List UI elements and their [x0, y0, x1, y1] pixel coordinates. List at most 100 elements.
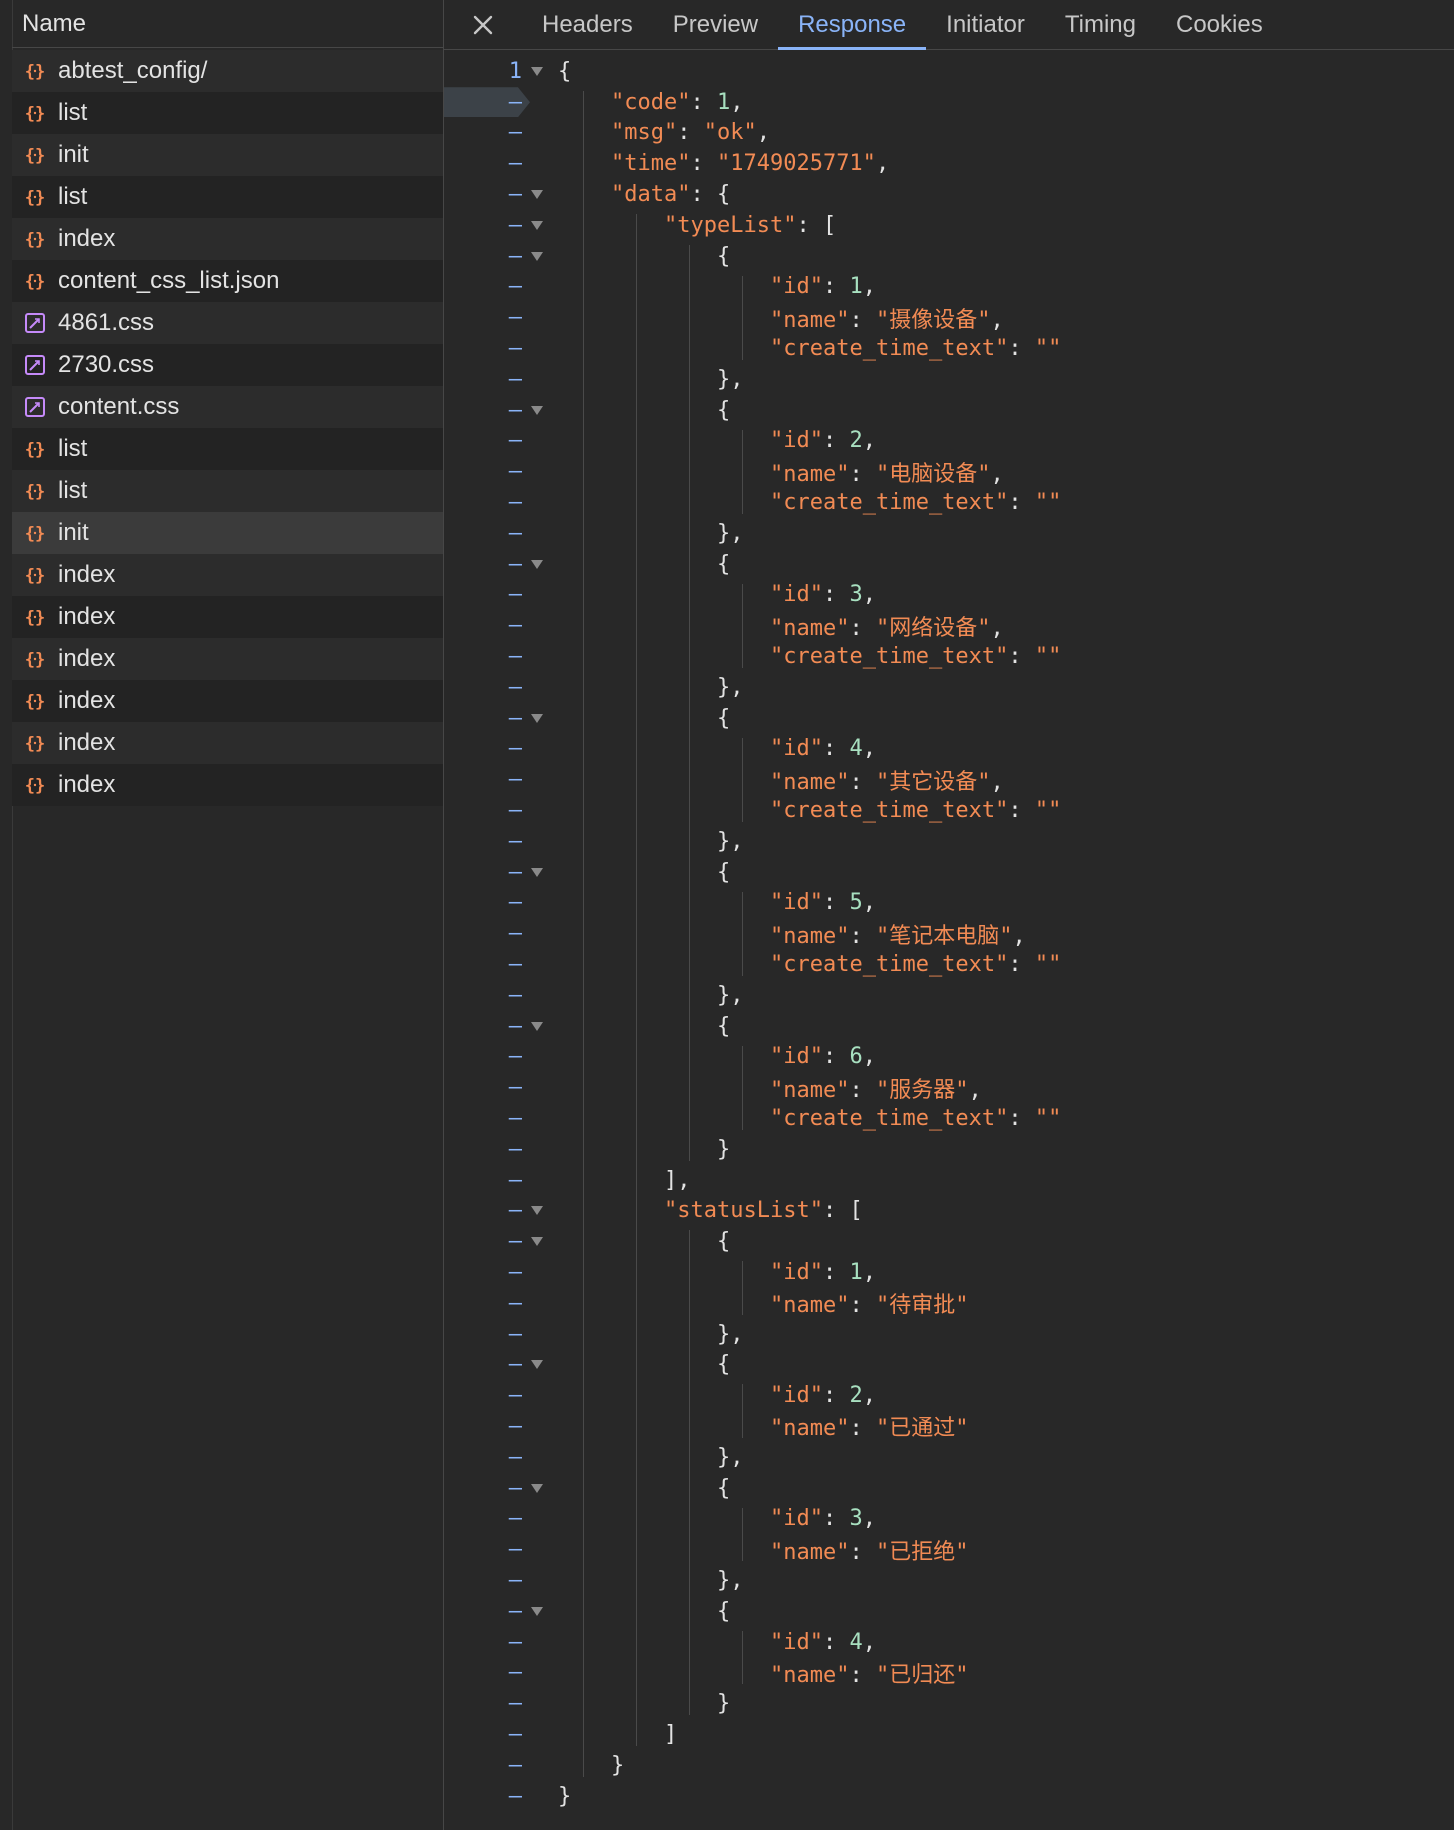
json-punct: }: [717, 1691, 731, 1717]
json-punct: },: [717, 982, 744, 1008]
line-number: –: [508, 1259, 522, 1285]
code-line: – "id": 1,: [444, 272, 1454, 303]
tab-headers[interactable]: Headers: [522, 0, 653, 49]
json-punct: : [: [822, 1198, 863, 1224]
json-punct: :: [849, 1416, 876, 1442]
json-punct: ,: [862, 582, 876, 608]
request-name: content.css: [58, 393, 180, 420]
request-row[interactable]: {} index: [12, 218, 443, 260]
request-list: {} abtest_config/ {} list {} init {} list {} inde…: [12, 50, 443, 806]
json-number: 4: [849, 1629, 863, 1655]
line-number: –: [508, 1413, 522, 1439]
json-punct: {: [717, 859, 731, 885]
line-number: –: [508, 120, 522, 146]
request-row[interactable]: {} content_css_list.json: [12, 260, 443, 302]
request-row[interactable]: {} abtest_config/: [12, 50, 443, 92]
fold-toggle[interactable]: [522, 220, 552, 230]
json-punct: ,: [756, 120, 770, 146]
request-row[interactable]: {} index: [12, 554, 443, 596]
json-key: "id": [770, 1044, 823, 1070]
code-line: –},: [444, 672, 1454, 703]
fold-toggle[interactable]: [522, 1360, 552, 1370]
close-button[interactable]: [444, 0, 522, 49]
fold-toggle[interactable]: [522, 1483, 552, 1493]
code-line: – "typeList": [: [444, 210, 1454, 241]
fold-toggle[interactable]: [522, 1206, 552, 1216]
json-punct: :: [822, 736, 850, 762]
line-number: –: [508, 828, 522, 854]
code-line: – "name": "已拒绝": [444, 1534, 1454, 1565]
fold-toggle[interactable]: [522, 1021, 552, 1031]
json-punct: :: [822, 1383, 850, 1409]
fold-toggle[interactable]: [522, 867, 552, 877]
fold-toggle[interactable]: [522, 66, 552, 76]
json-key: "id": [770, 1629, 823, 1655]
json-string: "已拒绝": [875, 1539, 969, 1565]
request-row[interactable]: {} index: [12, 722, 443, 764]
request-row[interactable]: {} index: [12, 680, 443, 722]
tab-response[interactable]: Response: [778, 0, 927, 50]
json-punct: ,: [875, 151, 890, 177]
fold-toggle[interactable]: [522, 559, 552, 569]
request-row[interactable]: {} list: [12, 92, 443, 134]
line-number: –: [508, 1198, 522, 1224]
line-number: –: [508, 1660, 522, 1686]
request-row[interactable]: {} init: [12, 134, 443, 176]
request-row[interactable]: 2730.css: [12, 344, 443, 386]
code-line: –{: [444, 395, 1454, 426]
request-row[interactable]: {} list: [12, 176, 443, 218]
code-line: –{: [444, 241, 1454, 272]
request-row[interactable]: {} list: [12, 470, 443, 512]
json-number: 5: [849, 890, 863, 916]
indent-guide: [742, 1507, 743, 1562]
request-name: content_css_list.json: [58, 267, 280, 294]
fold-toggle[interactable]: [522, 251, 552, 261]
line-number: –: [508, 1567, 522, 1593]
line-number: –: [508, 551, 522, 577]
request-name: index: [58, 561, 116, 588]
tab-cookies[interactable]: Cookies: [1156, 0, 1283, 49]
json-file-icon: {}: [22, 436, 48, 462]
request-row[interactable]: {} index: [12, 764, 443, 806]
tab-initiator[interactable]: Initiator: [926, 0, 1045, 49]
css-file-icon: [22, 310, 48, 336]
fold-toggle[interactable]: [522, 190, 552, 200]
json-file-icon: {}: [22, 688, 48, 714]
request-row[interactable]: 4861.css: [12, 302, 443, 344]
json-key: "create_time_text": [770, 1105, 1009, 1131]
request-name: list: [58, 477, 88, 504]
fold-toggle[interactable]: [522, 405, 552, 415]
fold-toggle[interactable]: [522, 1606, 552, 1616]
json-punct: :: [822, 428, 850, 454]
fold-toggle[interactable]: [522, 713, 552, 723]
code-line: –{: [444, 1473, 1454, 1504]
code-line: –],: [444, 1165, 1454, 1196]
json-string: "": [1034, 798, 1062, 824]
json-punct: ,: [862, 1383, 876, 1409]
request-row[interactable]: {} init: [12, 512, 443, 554]
tab-preview[interactable]: Preview: [653, 0, 778, 49]
tab-timing[interactable]: Timing: [1045, 0, 1156, 49]
json-file-icon: {}: [22, 478, 48, 504]
request-row[interactable]: {} index: [12, 638, 443, 680]
line-number: –: [508, 1721, 522, 1747]
request-row[interactable]: {} index: [12, 596, 443, 638]
request-row[interactable]: content.css: [12, 386, 443, 428]
request-name: list: [58, 435, 88, 462]
name-column-header[interactable]: Name: [12, 0, 443, 48]
code-line: – "id": 4,: [444, 1627, 1454, 1658]
indent-guide: [742, 1384, 743, 1438]
request-row[interactable]: {} list: [12, 428, 443, 470]
json-punct: :: [849, 307, 876, 333]
request-name: 4861.css: [58, 309, 155, 336]
fold-toggle[interactable]: [522, 1237, 552, 1247]
indent-guide: [742, 429, 743, 514]
line-number: –: [508, 798, 522, 824]
json-string: "ok": [703, 120, 757, 146]
line-number: 1: [508, 58, 522, 84]
collapse-triangle-icon: [531, 405, 543, 415]
json-key: "name": [770, 615, 850, 641]
json-string: "待审批": [875, 1293, 969, 1319]
json-punct: :: [849, 461, 876, 487]
json-punct: },: [717, 1444, 744, 1470]
